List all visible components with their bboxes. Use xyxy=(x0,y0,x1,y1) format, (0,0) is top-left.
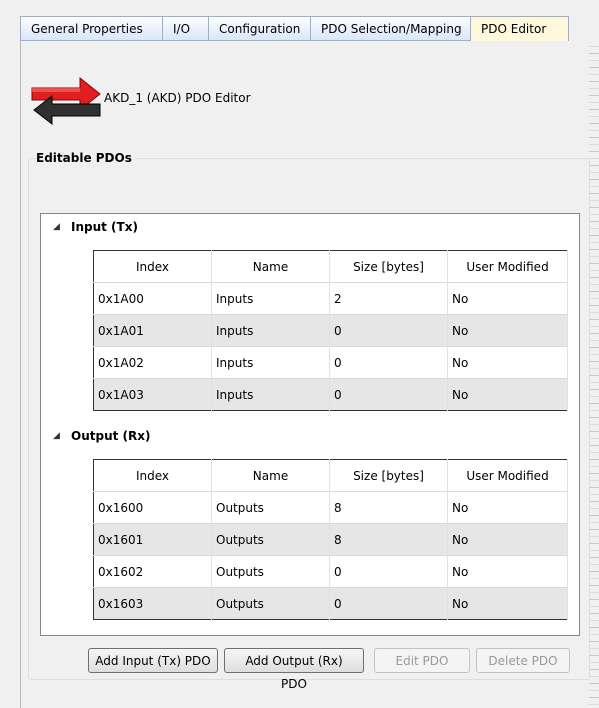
column-header-user-modified[interactable]: User Modified xyxy=(447,250,568,283)
cell-size[interactable]: 0 xyxy=(329,555,448,588)
table-row[interactable]: 0x1601 Outputs 8 No xyxy=(93,523,568,556)
collapse-triangle-icon[interactable]: ◢ xyxy=(53,431,65,441)
cell-name[interactable]: Inputs xyxy=(211,378,330,411)
cell-size[interactable]: 0 xyxy=(329,346,448,379)
tab-configuration[interactable]: Configuration xyxy=(208,16,310,41)
cell-user-modified[interactable]: No xyxy=(447,555,568,588)
cell-size[interactable]: 8 xyxy=(329,523,448,556)
column-header-size[interactable]: Size [bytes] xyxy=(329,250,448,283)
cell-name[interactable]: Inputs xyxy=(211,314,330,347)
table-row[interactable]: 0x1602 Outputs 0 No xyxy=(93,555,568,588)
cell-user-modified[interactable]: No xyxy=(447,346,568,379)
column-header-index[interactable]: Index xyxy=(93,250,212,283)
cell-user-modified[interactable]: No xyxy=(447,282,568,315)
cell-name[interactable]: Outputs xyxy=(211,523,330,556)
cell-index[interactable]: 0x1A03 xyxy=(93,378,212,411)
cell-index[interactable]: 0x1A01 xyxy=(93,314,212,347)
column-header-user-modified[interactable]: User Modified xyxy=(447,459,568,492)
tab-pdo-editor[interactable]: PDO Editor xyxy=(470,16,569,41)
table-row[interactable]: 0x1A00 Inputs 2 No xyxy=(93,282,568,315)
input-group-label: Input (Tx) xyxy=(71,220,138,234)
table-row[interactable]: 0x1600 Outputs 8 No xyxy=(93,491,568,524)
cell-index[interactable]: 0x1600 xyxy=(93,491,212,524)
delete-pdo-button[interactable]: Delete PDO xyxy=(476,648,570,673)
table-row[interactable]: 0x1A03 Inputs 0 No xyxy=(93,378,568,411)
tab-bar: General Properties I/O Configuration PDO… xyxy=(20,16,591,41)
cell-size[interactable]: 0 xyxy=(329,314,448,347)
column-header-size[interactable]: Size [bytes] xyxy=(329,459,448,492)
column-header-index[interactable]: Index xyxy=(93,459,212,492)
add-input-pdo-button[interactable]: Add Input (Tx) PDO xyxy=(88,648,218,673)
cell-index[interactable]: 0x1A00 xyxy=(93,282,212,315)
output-group-label: Output (Rx) xyxy=(71,429,151,443)
button-row: Add Input (Tx) PDO Add Output (Rx) PDO E… xyxy=(88,648,576,691)
cell-index[interactable]: 0x1602 xyxy=(93,555,212,588)
cell-name[interactable]: Outputs xyxy=(211,555,330,588)
table-row[interactable]: 0x1A02 Inputs 0 No xyxy=(93,346,568,379)
table-row[interactable]: 0x1603 Outputs 0 No xyxy=(93,587,568,620)
cell-name[interactable]: Inputs xyxy=(211,346,330,379)
add-output-pdo-button[interactable]: Add Output (Rx) PDO xyxy=(224,648,364,691)
output-group-header[interactable]: ◢ Output (Rx) xyxy=(53,429,150,443)
input-pdo-table: Index Name Size [bytes] User Modified 0x… xyxy=(93,250,568,411)
page-title: AKD_1 (AKD) PDO Editor xyxy=(104,91,251,105)
section-title: Editable PDOs xyxy=(36,151,135,165)
cell-name[interactable]: Inputs xyxy=(211,282,330,315)
cell-index[interactable]: 0x1601 xyxy=(93,523,212,556)
cell-size[interactable]: 0 xyxy=(329,378,448,411)
cell-name[interactable]: Outputs xyxy=(211,491,330,524)
cell-user-modified[interactable]: No xyxy=(447,587,568,620)
cell-size[interactable]: 8 xyxy=(329,491,448,524)
output-pdo-table: Index Name Size [bytes] User Modified 0x… xyxy=(93,459,568,620)
cell-user-modified[interactable]: No xyxy=(447,491,568,524)
column-header-name[interactable]: Name xyxy=(211,459,330,492)
column-header-name[interactable]: Name xyxy=(211,250,330,283)
cell-user-modified[interactable]: No xyxy=(447,378,568,411)
cell-user-modified[interactable]: No xyxy=(447,523,568,556)
cell-index[interactable]: 0x1A02 xyxy=(93,346,212,379)
cell-name[interactable]: Outputs xyxy=(211,587,330,620)
table-header-row: Index Name Size [bytes] User Modified xyxy=(93,250,568,283)
tab-general-properties[interactable]: General Properties xyxy=(20,16,162,41)
edit-pdo-button[interactable]: Edit PDO xyxy=(374,648,470,673)
torn-edge xyxy=(589,40,599,708)
cell-user-modified[interactable]: No xyxy=(447,314,568,347)
cell-size[interactable]: 2 xyxy=(329,282,448,315)
tab-pdo-selection-mapping[interactable]: PDO Selection/Mapping xyxy=(310,16,470,41)
cell-size[interactable]: 0 xyxy=(329,587,448,620)
pdo-tree-panel: ◢ Input (Tx) Index Name Size [bytes] Use… xyxy=(40,213,580,636)
collapse-triangle-icon[interactable]: ◢ xyxy=(53,222,65,232)
tab-io[interactable]: I/O xyxy=(162,16,208,41)
table-header-row: Index Name Size [bytes] User Modified xyxy=(93,459,568,492)
input-group-header[interactable]: ◢ Input (Tx) xyxy=(53,220,138,234)
cell-index[interactable]: 0x1603 xyxy=(93,587,212,620)
table-row[interactable]: 0x1A01 Inputs 0 No xyxy=(93,314,568,347)
pdo-arrows-icon xyxy=(31,76,101,126)
